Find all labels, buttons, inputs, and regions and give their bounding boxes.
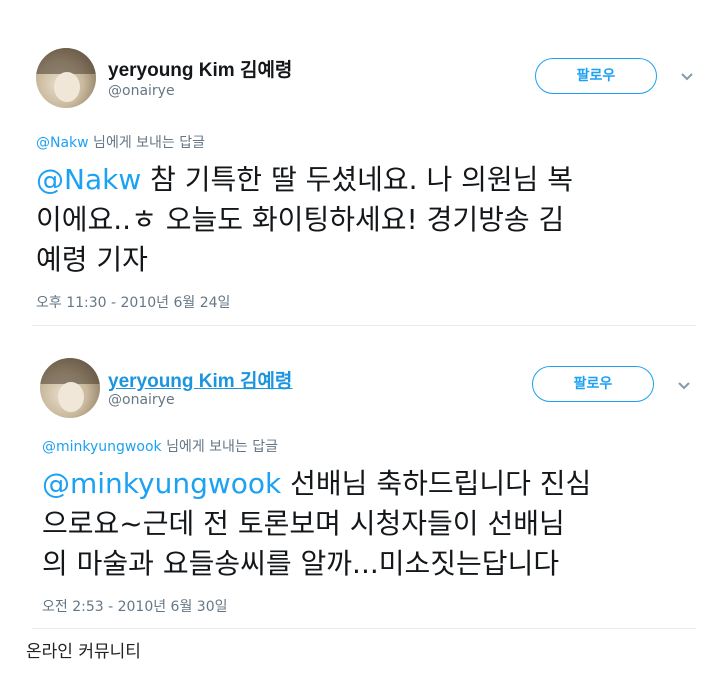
handle[interactable]: @onairye	[108, 392, 175, 408]
display-name[interactable]: yeryoung Kim 김예령	[108, 55, 292, 82]
reply-context: @Nakw 님에게 보내는 답글	[36, 132, 205, 152]
tweet-text-line: 예령 기자	[36, 243, 148, 276]
body-mention-link[interactable]: @Nakw	[36, 163, 141, 196]
tweet-text: @Nakw 참 기특한 딸 두셨네요. 나 의원님 복 이에요..ㅎ 오늘도 화…	[36, 160, 573, 280]
source-caption: 온라인 커뮤니티	[26, 642, 141, 662]
tweet-card: yeryoung Kim 김예령 @onairye 팔로우 @minkyungw…	[0, 348, 720, 628]
tweet-text-line: 으로요~근데 전 토론보며 시청자들이 선배님	[42, 507, 565, 540]
display-name[interactable]: yeryoung Kim 김예령	[108, 366, 292, 393]
tweet-text-fragment: 선배님 축하드립니다 진심	[281, 467, 592, 500]
avatar[interactable]	[36, 48, 96, 108]
tweet-card: yeryoung Kim 김예령 @onairye 팔로우 @Nakw 님에게 …	[0, 30, 720, 330]
chevron-down-icon[interactable]	[680, 70, 694, 84]
tweet-text: @minkyungwook 선배님 축하드립니다 진심 으로요~근데 전 토론보…	[42, 464, 591, 584]
reply-suffix: 님에게 보내는 답글	[161, 439, 279, 455]
reply-mention-link[interactable]: @minkyungwook	[42, 439, 162, 455]
body-mention-link[interactable]: @minkyungwook	[42, 467, 281, 500]
tweet-text-line: @minkyungwook 선배님 축하드립니다 진심	[42, 464, 591, 504]
reply-mention-link[interactable]: @Nakw	[36, 135, 89, 151]
tweet-text-line: @Nakw 참 기특한 딸 두셨네요. 나 의원님 복	[36, 160, 573, 200]
timestamp[interactable]: 오후 11:30 - 2010년 6월 24일	[36, 292, 230, 312]
chevron-down-icon[interactable]	[677, 379, 691, 393]
handle[interactable]: @onairye	[108, 83, 175, 99]
divider	[32, 325, 696, 326]
avatar[interactable]	[40, 358, 100, 418]
reply-context: @minkyungwook 님에게 보내는 답글	[42, 436, 278, 456]
tweet-text-fragment: 참 기특한 딸 두셨네요. 나 의원님 복	[141, 163, 574, 196]
timestamp[interactable]: 오전 2:53 - 2010년 6월 30일	[42, 596, 228, 616]
tweet-text-line: 의 마술과 요들송씨를 알까...미소짓는답니다	[42, 547, 560, 580]
tweet-text-line: 이에요..ㅎ 오늘도 화이팅하세요! 경기방송 김	[36, 203, 565, 236]
follow-button[interactable]: 팔로우	[532, 366, 654, 402]
follow-button[interactable]: 팔로우	[535, 58, 657, 94]
reply-suffix: 님에게 보내는 답글	[88, 135, 205, 151]
divider	[32, 628, 696, 629]
